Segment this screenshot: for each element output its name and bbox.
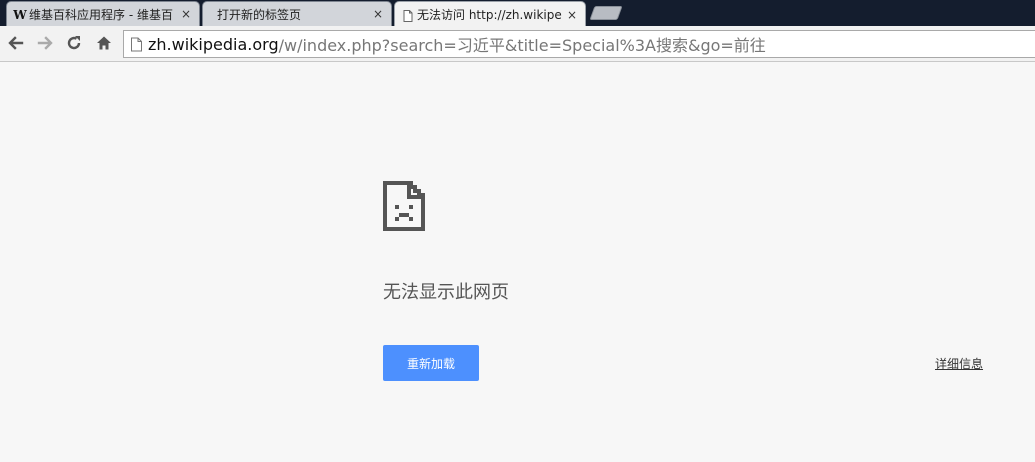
reload-icon <box>67 36 81 50</box>
sad-page-icon <box>383 181 425 231</box>
tab-close-button[interactable]: × <box>371 7 385 21</box>
url-path: /w/index.php?search=习近平&title=Special%3A… <box>278 36 766 55</box>
page-info-icon[interactable] <box>130 37 143 52</box>
tab-strip: W 维基百科应用程序 - 维基百 × 打开新的标签页 × 无法访问 http:/… <box>0 0 1035 27</box>
blank-page-icon <box>401 8 415 22</box>
tab-close-button[interactable]: × <box>565 8 579 22</box>
forward-arrow-icon <box>37 36 53 50</box>
back-button[interactable] <box>5 32 27 54</box>
tab-new-tab-page[interactable]: 打开新的标签页 × <box>202 1 392 26</box>
tab-close-button[interactable]: × <box>179 7 193 21</box>
tab-title: 维基百科应用程序 - 维基百 <box>29 7 173 22</box>
tab-title: 打开新的标签页 <box>217 7 302 22</box>
url-host: zh.wikipedia.org <box>148 34 279 54</box>
tab-wikipedia-app[interactable]: W 维基百科应用程序 - 维基百 × <box>6 1 200 26</box>
reload-nav-button[interactable] <box>63 32 85 54</box>
address-bar[interactable]: zh.wikipedia.org/w/index.php?search=习近平&… <box>123 30 1035 58</box>
tab-error-page[interactable]: 无法访问 http://zh.wikipe × <box>394 1 586 27</box>
tab-title: 无法访问 http://zh.wikipe <box>417 8 562 22</box>
wikipedia-w-icon: W <box>13 8 27 22</box>
new-tab-button[interactable] <box>589 6 623 20</box>
error-page: 无法显示此网页 重新加载 详细信息 <box>0 63 1035 462</box>
forward-button[interactable] <box>34 32 56 54</box>
home-button[interactable] <box>93 32 115 54</box>
reload-button[interactable]: 重新加载 <box>383 345 479 381</box>
error-heading: 无法显示此网页 <box>383 282 509 303</box>
back-arrow-icon <box>8 36 24 50</box>
browser-toolbar: zh.wikipedia.org/w/index.php?search=习近平&… <box>0 26 1035 62</box>
wikipedia-letter: W <box>13 8 27 22</box>
home-icon <box>97 36 111 50</box>
details-link[interactable]: 详细信息 <box>935 355 983 372</box>
